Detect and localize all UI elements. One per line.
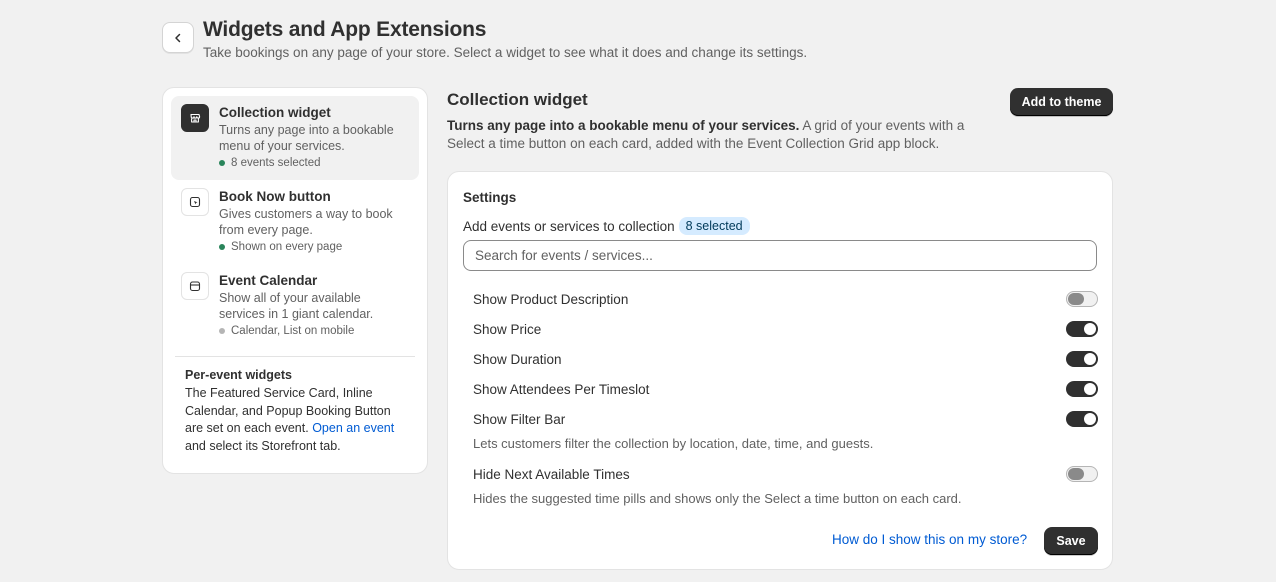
sidebar-item-description: Show all of your available services in 1… (219, 291, 374, 321)
toggle-switch[interactable] (1066, 291, 1098, 307)
sidebar-item-title: Collection widget (219, 105, 331, 120)
sidebar-item-status: Calendar, List on mobile (219, 325, 404, 337)
toggle-row-filter-bar: Show Filter Bar (473, 409, 1098, 429)
toggle-switch[interactable] (1066, 466, 1098, 482)
sidebar-item-description: Gives customers a way to book from every… (219, 207, 393, 237)
per-event-title: Per-event widgets (185, 368, 292, 382)
add-to-theme-button[interactable]: Add to theme (1010, 88, 1113, 116)
settings-card: Settings Add events or services to colle… (447, 171, 1113, 570)
store-icon (181, 104, 209, 132)
button-icon (181, 188, 209, 216)
collection-label: Add events or services to collection 8 s… (463, 217, 750, 235)
sidebar-item-title: Event Calendar (219, 273, 318, 288)
page-title: Widgets and App Extensions (203, 18, 487, 41)
toggle-switch[interactable] (1066, 321, 1098, 337)
sidebar-item-description: Turns any page into a bookable menu of y… (219, 123, 394, 153)
toggle-label: Show Price (473, 321, 542, 337)
save-button[interactable]: Save (1044, 527, 1098, 555)
main-title: Collection widget (447, 90, 588, 109)
toggle-label: Hide Next Available Times (473, 466, 630, 482)
sidebar-item-status: Shown on every page (219, 241, 404, 253)
toggle-label: Show Filter Bar (473, 411, 566, 427)
status-dot (219, 244, 225, 250)
per-event-widgets: Per-event widgets The Featured Service C… (171, 357, 419, 455)
per-event-text: The Featured Service Card, Inline Calend… (185, 386, 395, 453)
sidebar-item-title: Book Now button (219, 189, 331, 204)
sidebar-item-collection-widget[interactable]: Collection widget Turns any page into a … (171, 96, 419, 180)
toggle-help-text: Lets customers filter the collection by … (473, 436, 874, 451)
sidebar-item-event-calendar[interactable]: Event Calendar Show all of your availabl… (171, 264, 419, 348)
toggle-row-product-description: Show Product Description (473, 289, 1098, 309)
sidebar-item-book-now-button[interactable]: Book Now button Gives customers a way to… (171, 180, 419, 264)
toggle-row-attendees: Show Attendees Per Timeslot (473, 379, 1098, 399)
settings-title: Settings (463, 190, 517, 205)
toggle-switch[interactable] (1066, 411, 1098, 427)
status-dot (219, 328, 225, 334)
open-event-link[interactable]: Open an event (312, 421, 394, 435)
status-dot (219, 160, 225, 166)
toggle-label: Show Attendees Per Timeslot (473, 381, 650, 397)
help-link[interactable]: How do I show this on my store? (832, 532, 1027, 547)
toggle-switch[interactable] (1066, 381, 1098, 397)
chevron-left-icon (175, 33, 181, 42)
calendar-icon (181, 272, 209, 300)
sidebar-item-status: 8 events selected (219, 157, 404, 169)
toggle-row-hide-next-times: Hide Next Available Times (473, 464, 1098, 484)
back-button[interactable] (162, 22, 194, 53)
toggle-label: Show Duration (473, 351, 562, 367)
search-input[interactable] (463, 240, 1097, 271)
toggle-row-price: Show Price (473, 319, 1098, 339)
toggle-label: Show Product Description (473, 291, 629, 307)
main-description: Turns any page into a bookable menu of y… (447, 118, 965, 151)
selected-badge: 8 selected (678, 217, 750, 235)
toggle-row-duration: Show Duration (473, 349, 1098, 369)
widget-sidebar: Collection widget Turns any page into a … (162, 87, 428, 474)
toggle-switch[interactable] (1066, 351, 1098, 367)
toggle-help-text: Hides the suggested time pills and shows… (473, 491, 962, 506)
page-subtitle: Take bookings on any page of your store.… (203, 45, 808, 60)
